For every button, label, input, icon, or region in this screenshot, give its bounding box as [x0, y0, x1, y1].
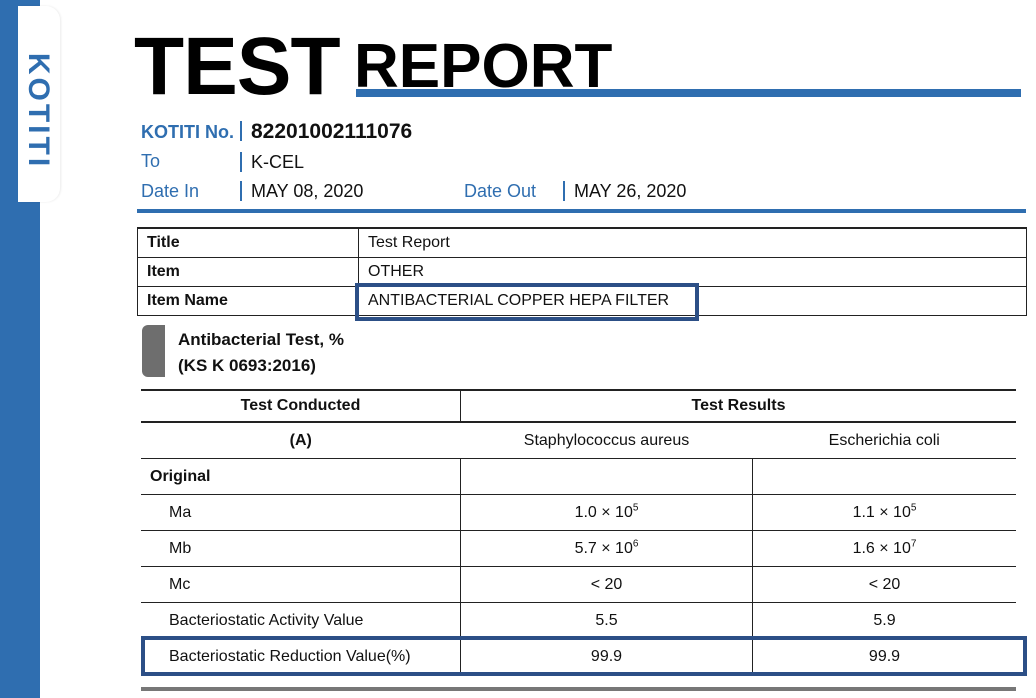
- subheader-organism-1: Staphylococcus aureus: [460, 422, 753, 459]
- kotiti-logo: KOTITI: [22, 52, 56, 170]
- info-key: Item: [137, 257, 359, 287]
- subheader-a: (A): [141, 422, 461, 459]
- table-row: Mc < 20 < 20: [141, 566, 1016, 603]
- info-key: Title: [137, 227, 359, 258]
- table-row: Title Test Report: [137, 227, 1027, 258]
- group-label: Original: [141, 458, 461, 495]
- header-test-results: Test Results: [460, 389, 1016, 423]
- subheader-organism-2: Escherichia coli: [752, 422, 1016, 459]
- row-value-2: 5.9: [752, 602, 1016, 639]
- title-test: TEST: [134, 21, 341, 112]
- kotiti-no-value: 82201002111076: [251, 120, 413, 143]
- table-header-row: Test Conducted Test Results: [141, 389, 1016, 423]
- meta-separator: [240, 152, 242, 172]
- section-tab: [142, 325, 165, 377]
- bottom-divider: [141, 687, 1016, 691]
- table-row: Ma 1.0 × 105 1.1 × 105: [141, 494, 1016, 531]
- row-value-2: < 20: [752, 566, 1016, 603]
- date-out-label: Date Out: [464, 181, 537, 201]
- meta-separator: [240, 181, 242, 201]
- results-table: Test Conducted Test Results (A) Staphylo…: [141, 389, 1016, 675]
- date-out-value: MAY 26, 2020: [574, 181, 687, 201]
- empty-cell: [460, 458, 753, 495]
- reduction-row-highlight: [141, 636, 1027, 676]
- row-label: Bacteriostatic Activity Value: [141, 602, 461, 639]
- table-subheader-row: (A) Staphylococcus aureus Escherichia co…: [141, 422, 1016, 459]
- info-value: Test Report: [358, 227, 1027, 258]
- date-in-label: Date In: [141, 181, 200, 201]
- meta-separator: [240, 121, 242, 141]
- title-underline: [356, 89, 1021, 97]
- row-value-1: 5.5: [460, 602, 753, 639]
- row-label: Mc: [141, 566, 461, 603]
- table-row: Bacteriostatic Activity Value 5.5 5.9: [141, 602, 1016, 639]
- to-value: K-CEL: [251, 152, 305, 172]
- kotiti-no-label: KOTITI No.: [141, 122, 234, 142]
- meta-divider: [137, 209, 1026, 213]
- section-title: Antibacterial Test, % (KS K 0693:2016): [178, 327, 344, 379]
- section-title-line1: Antibacterial Test, %: [178, 330, 344, 349]
- to-label: To: [141, 151, 161, 171]
- header-test-conducted: Test Conducted: [141, 389, 461, 423]
- info-key: Item Name: [137, 286, 359, 316]
- section-title-line2: (KS K 0693:2016): [178, 356, 316, 375]
- table-row: Original: [141, 458, 1016, 495]
- date-in-value: MAY 08, 2020: [251, 181, 364, 201]
- row-value-1: < 20: [460, 566, 753, 603]
- item-name-highlight: [355, 283, 699, 321]
- table-row: Mb 5.7 × 106 1.6 × 107: [141, 530, 1016, 567]
- row-value-1: 5.7 × 106: [460, 530, 753, 567]
- row-value-1: 1.0 × 105: [460, 494, 753, 531]
- row-label: Ma: [141, 494, 461, 531]
- row-value-2: 1.1 × 105: [752, 494, 1016, 531]
- row-label: Mb: [141, 530, 461, 567]
- empty-cell: [752, 458, 1016, 495]
- meta-separator: [563, 181, 565, 201]
- row-value-2: 1.6 × 107: [752, 530, 1016, 567]
